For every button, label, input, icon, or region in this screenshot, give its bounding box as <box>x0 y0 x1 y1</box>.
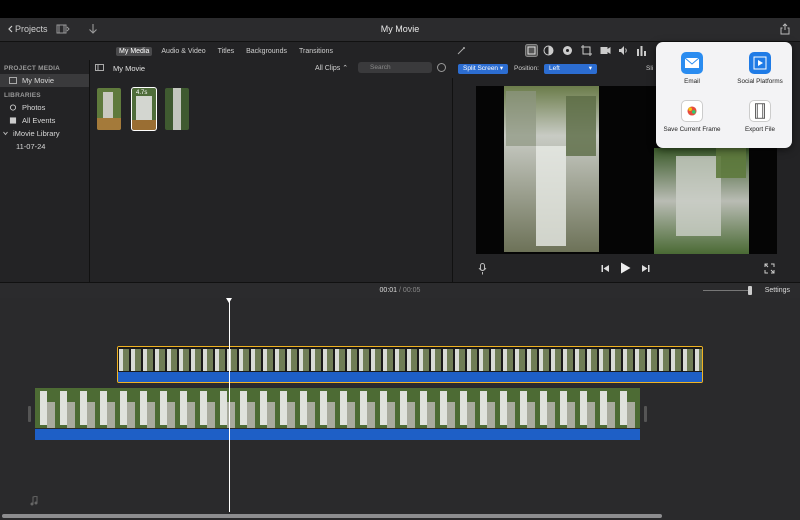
share-email-option[interactable]: Email <box>658 52 726 85</box>
window-title: My Movie <box>380 24 420 34</box>
tab-backgrounds[interactable]: Backgrounds <box>243 47 290 56</box>
media-thumbnail[interactable] <box>165 88 189 130</box>
clip-filter-label: All Clips <box>315 65 341 72</box>
timeline-scrollbar-thumb[interactable] <box>2 514 662 518</box>
mail-icon <box>681 52 703 74</box>
magic-wand-icon[interactable] <box>456 46 466 56</box>
position-label: Position: <box>514 65 539 72</box>
share-popover: Email Social Platforms Save Current Fram… <box>656 42 792 148</box>
timeline-scrollbar[interactable] <box>0 512 800 520</box>
browser-title: My Movie <box>113 64 146 73</box>
tab-audio-video[interactable]: Audio & Video <box>158 47 208 56</box>
film-icon <box>9 77 17 84</box>
clip-filter-dropdown[interactable]: All Clips ⌃ <box>315 64 348 72</box>
media-tabs: My Media Audio & Video Titles Background… <box>0 42 452 60</box>
slider-label: Sli <box>646 65 654 72</box>
sidebar-item-my-movie[interactable]: My Movie <box>0 74 89 87</box>
star-box-icon <box>9 117 17 124</box>
overlay-mode-dropdown[interactable]: Split Screen ▾ <box>458 64 509 74</box>
share-export-file-option[interactable]: Export File <box>726 100 794 133</box>
sidebar-item-label: 11-07-24 <box>16 142 46 151</box>
clip-trim-handle-left[interactable] <box>28 406 31 422</box>
media-thumbnail[interactable] <box>97 88 121 130</box>
position-dropdown[interactable]: Left ▾ <box>544 64 597 74</box>
search-input[interactable]: Search <box>358 62 432 73</box>
timeline-settings-button[interactable]: Settings <box>765 287 790 294</box>
skip-forward-icon[interactable] <box>641 264 650 273</box>
library-sidebar: PROJECT MEDIA My Movie LIBRARIES Photos … <box>0 60 90 282</box>
total-time: 00:05 <box>402 287 421 294</box>
tab-my-media[interactable]: My Media <box>116 46 153 56</box>
save-frame-icon <box>681 100 703 122</box>
sidebar-item-label: iMovie Library <box>13 129 60 138</box>
sidebar-item-label: My Movie <box>22 76 55 85</box>
sidebar-item-imovie-library[interactable]: iMovie Library <box>0 127 89 140</box>
overlay-mode-value: Split Screen <box>463 65 499 72</box>
color-correction-icon[interactable] <box>562 45 573 56</box>
volume-icon[interactable] <box>618 45 629 56</box>
camera-stabilization-icon[interactable] <box>600 46 611 55</box>
clip-trim-handle-right[interactable] <box>644 406 647 422</box>
zoom-slider-track[interactable] <box>703 290 751 291</box>
primary-clip[interactable] <box>35 388 640 440</box>
playback-controls <box>452 260 800 280</box>
crop-icon[interactable] <box>581 45 592 56</box>
timeline <box>0 298 800 520</box>
search-placeholder: Search <box>370 64 391 71</box>
overlay-clip[interactable] <box>117 346 703 383</box>
zoom-slider-knob[interactable] <box>748 286 752 295</box>
share-option-label: Export File <box>744 126 776 133</box>
project-media-heading: PROJECT MEDIA <box>4 65 61 72</box>
microphone-icon[interactable] <box>478 263 487 275</box>
current-time: 00:01 <box>379 287 398 294</box>
position-value: Left <box>549 65 560 72</box>
sidebar-toggle-icon[interactable] <box>95 64 104 71</box>
tab-transitions[interactable]: Transitions <box>296 47 336 56</box>
sidebar-item-all-events[interactable]: All Events <box>0 114 89 127</box>
photos-icon <box>9 104 17 111</box>
equalizer-icon[interactable] <box>636 45 647 56</box>
share-option-label: Save Current Frame <box>663 126 721 133</box>
skip-back-icon[interactable] <box>601 264 610 273</box>
libraries-heading: LIBRARIES <box>4 92 41 99</box>
disclosure-chevron-icon[interactable] <box>3 131 8 136</box>
browser-settings-icon[interactable] <box>437 63 446 72</box>
export-file-icon <box>749 100 771 122</box>
music-note-icon <box>30 496 38 506</box>
timeline-header: 00:01 / 00:05 Settings <box>0 282 800 298</box>
time-separator: / <box>399 287 401 294</box>
clip-duration-label: 4.7s <box>136 90 148 96</box>
primary-clip-audio <box>35 429 640 440</box>
primary-clip-filmstrip <box>35 388 640 428</box>
overlay-clip-audio <box>118 372 702 382</box>
media-thumbnail-selected[interactable]: 4.7s <box>131 87 157 131</box>
play-icon[interactable] <box>620 262 631 274</box>
social-icon <box>749 52 771 74</box>
share-icon[interactable] <box>780 23 790 35</box>
sidebar-item-label: All Events <box>22 116 56 125</box>
color-balance-icon[interactable] <box>543 45 554 56</box>
title-bar: Projects My Movie <box>0 18 800 42</box>
sidebar-item-label: Photos <box>22 103 46 112</box>
tab-titles[interactable]: Titles <box>215 47 237 56</box>
overlay-clip-filmstrip <box>118 347 702 372</box>
sidebar-item-photos[interactable]: Photos <box>0 101 89 114</box>
share-option-label: Email <box>684 78 700 85</box>
media-browser: My Movie All Clips ⌃ Search 4.7s <box>90 60 452 282</box>
video-overlay-icon[interactable] <box>525 44 538 57</box>
sidebar-item-event-date[interactable]: 11-07-24 <box>0 140 89 153</box>
share-save-frame-option[interactable]: Save Current Frame <box>658 100 726 133</box>
screen-top-strip <box>0 0 800 18</box>
browser-toolbar: My Movie All Clips ⌃ Search <box>90 60 452 76</box>
timecode: 00:01 / 00:05 <box>0 287 800 294</box>
share-option-label: Social Platforms <box>737 78 783 85</box>
playhead[interactable] <box>229 298 230 512</box>
fullscreen-icon[interactable] <box>764 263 775 274</box>
share-social-option[interactable]: Social Platforms <box>726 52 794 85</box>
